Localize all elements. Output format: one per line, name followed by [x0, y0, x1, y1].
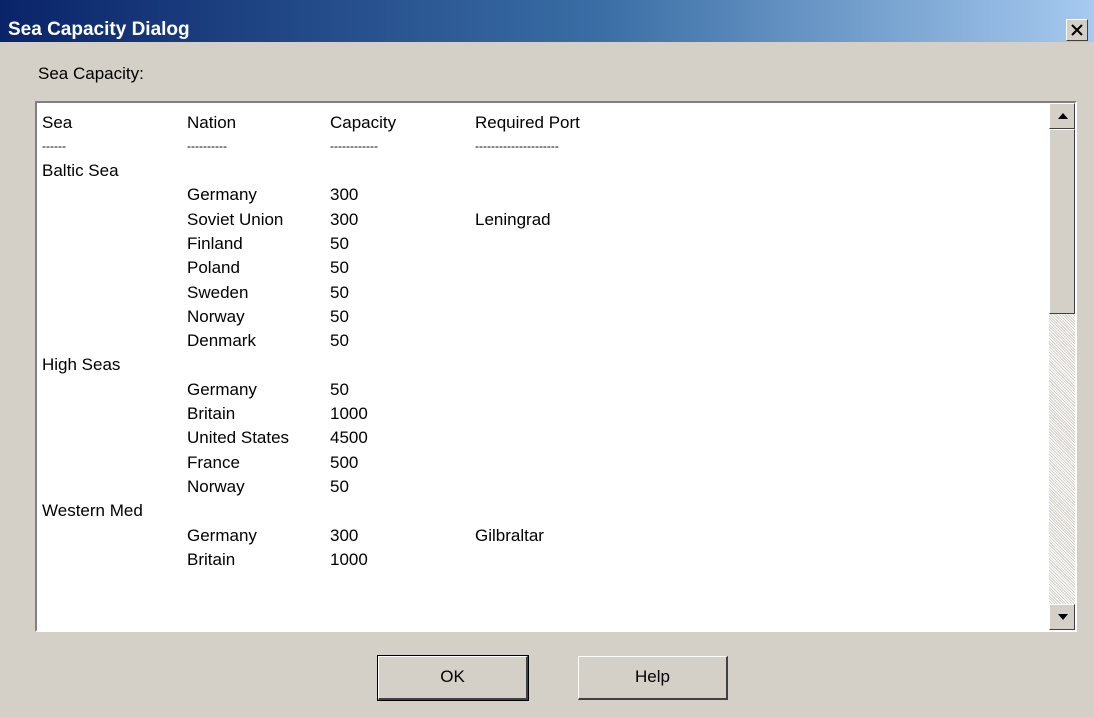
- header-sea: Sea: [42, 113, 73, 132]
- header-row: Sea Nation Capacity Required Port: [37, 113, 1049, 133]
- cell-capacity: 4500: [330, 428, 368, 448]
- list-item: Soviet Union 300 Leningrad: [37, 210, 1049, 230]
- cell-capacity: 1000: [330, 404, 368, 423]
- list-item: Finland 50: [37, 234, 1049, 254]
- arrow-up-icon: [1058, 113, 1068, 119]
- cell-capacity: 50: [330, 258, 349, 278]
- cell-capacity: 50: [330, 306, 349, 326]
- arrow-down-icon: [1058, 614, 1068, 620]
- cell-capacity: 50: [330, 331, 349, 351]
- title-bar[interactable]: Sea Capacity Dialog: [0, 0, 1094, 42]
- cell-capacity: 300: [330, 185, 359, 205]
- list-item: Poland 50: [37, 258, 1049, 278]
- list-content: Sea Nation Capacity Required Port ------…: [37, 103, 1049, 630]
- sea-group-row: Baltic Sea: [37, 161, 1049, 181]
- cell-nation: Poland: [187, 258, 240, 278]
- cell-capacity: 50: [330, 233, 349, 253]
- scroll-down-button[interactable]: [1049, 604, 1075, 630]
- close-button[interactable]: [1066, 19, 1088, 41]
- cell-nation: Britain: [187, 404, 236, 423]
- cell-nation: Soviet Union: [187, 209, 284, 229]
- list-item: France 500: [37, 453, 1049, 473]
- separator-row: ------ ---------- ------------ ---------…: [37, 137, 1049, 157]
- separator-sea: ------: [42, 139, 66, 153]
- cell-sea: Baltic Sea: [42, 161, 119, 180]
- separator-nation: ----------: [187, 139, 227, 153]
- cell-nation: Germany: [187, 525, 257, 545]
- list-item: Britain 1000: [37, 404, 1049, 424]
- separator-capacity: ------------: [330, 139, 378, 153]
- cell-nation: Denmark: [187, 331, 256, 351]
- header-nation: Nation: [187, 113, 237, 132]
- close-icon: [1071, 24, 1083, 36]
- cell-required-port: Leningrad: [475, 209, 551, 229]
- list-item: Norway 50: [37, 307, 1049, 327]
- cell-nation: Germany: [187, 379, 257, 399]
- cell-capacity: 50: [330, 379, 349, 399]
- list-item: Germany 50: [37, 380, 1049, 400]
- list-item: United States 4500: [37, 428, 1049, 448]
- list-item: Britain 1000: [37, 550, 1049, 570]
- cell-nation: Britain: [187, 549, 236, 569]
- sea-group-row: High Seas: [37, 355, 1049, 375]
- list-item: Norway 50: [37, 477, 1049, 497]
- cell-nation: United States: [187, 428, 290, 448]
- list-item: Germany 300: [37, 185, 1049, 205]
- cell-sea: High Seas: [42, 355, 121, 375]
- cell-capacity: 50: [330, 282, 349, 302]
- cell-nation: Germany: [187, 185, 257, 205]
- ok-button[interactable]: OK: [377, 655, 529, 701]
- scroll-thumb[interactable]: [1049, 129, 1075, 314]
- dialog-window: Sea Capacity Dialog Sea Capacity: Sea Na…: [0, 0, 1094, 717]
- sea-capacity-label: Sea Capacity:: [38, 64, 144, 83]
- list-item: Denmark 50: [37, 331, 1049, 351]
- sea-capacity-listbox[interactable]: Sea Nation Capacity Required Port ------…: [35, 101, 1077, 632]
- sea-group-row: Western Med: [37, 501, 1049, 521]
- separator-required-port: ---------------------: [475, 139, 559, 153]
- scroll-up-button[interactable]: [1049, 103, 1075, 129]
- list-item: Germany 300 Gilbraltar: [37, 526, 1049, 546]
- cell-nation: Finland: [187, 233, 243, 253]
- cell-nation: Norway: [187, 476, 245, 496]
- cell-capacity: 1000: [330, 549, 368, 569]
- cell-required-port: Gilbraltar: [475, 525, 544, 545]
- cell-capacity: 300: [330, 525, 359, 545]
- cell-sea: Western Med: [42, 501, 143, 521]
- cell-capacity: 300: [330, 209, 359, 229]
- cell-nation: France: [187, 452, 240, 472]
- cell-capacity: 500: [330, 452, 359, 472]
- list-item: Sweden 50: [37, 283, 1049, 303]
- help-button[interactable]: Help: [578, 656, 728, 700]
- window-title: Sea Capacity Dialog: [8, 19, 190, 40]
- cell-nation: Sweden: [187, 282, 249, 302]
- header-capacity: Capacity: [330, 113, 397, 132]
- header-required-port: Required Port: [475, 113, 580, 132]
- vertical-scrollbar[interactable]: [1049, 103, 1075, 630]
- cell-nation: Norway: [187, 306, 245, 326]
- cell-capacity: 50: [330, 476, 349, 496]
